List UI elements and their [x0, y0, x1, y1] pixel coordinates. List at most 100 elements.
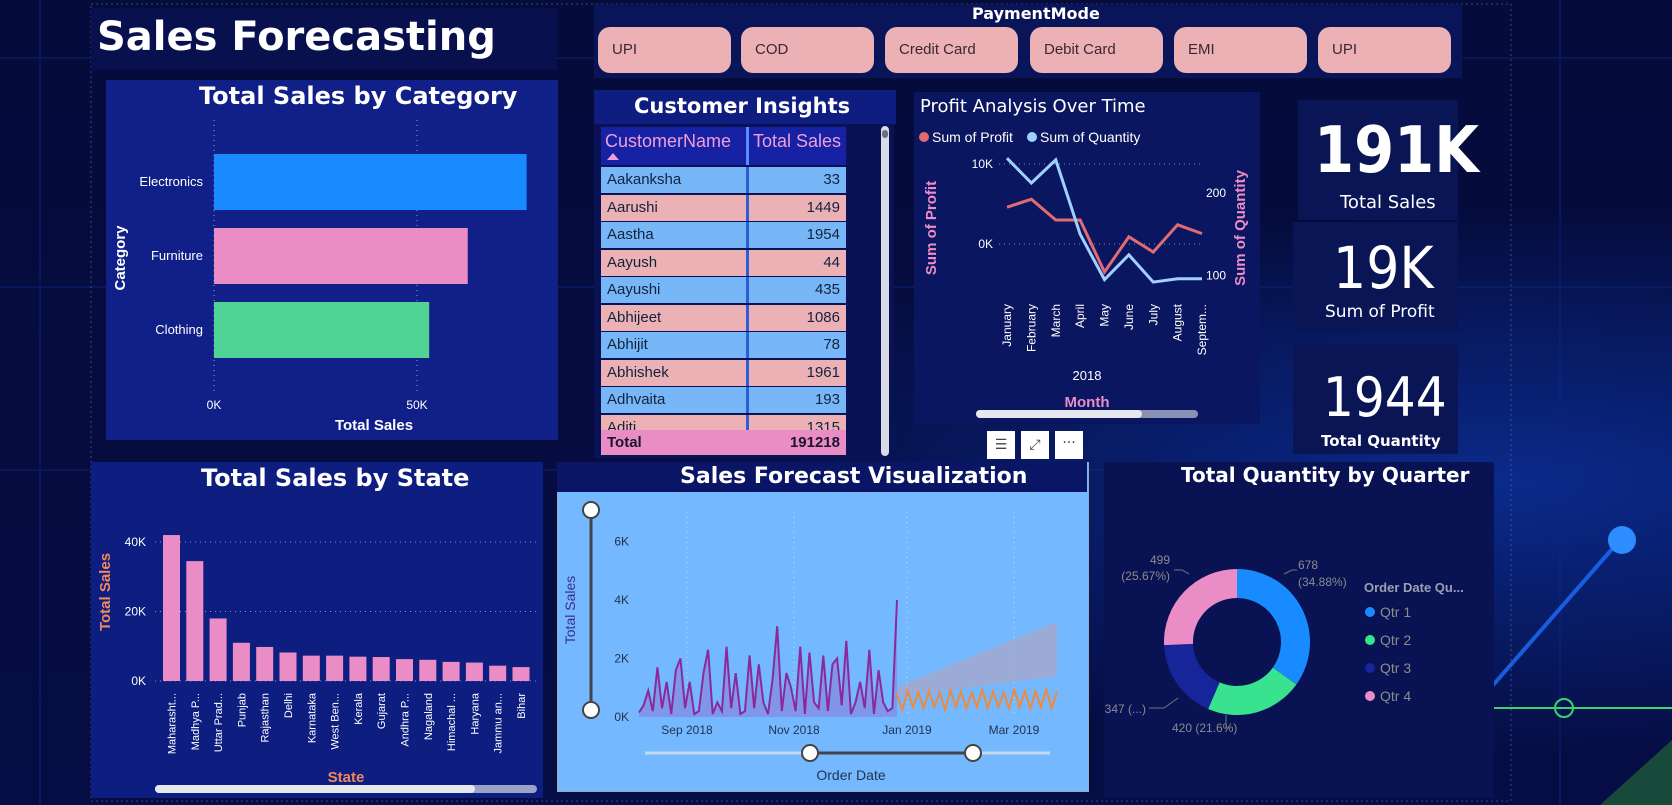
customer-name-cell: Abhijeet: [607, 308, 662, 326]
payment-pill-upi[interactable]: UPI: [598, 27, 731, 73]
state-bar[interactable]: [372, 657, 390, 681]
payment-pill-cod[interactable]: COD: [741, 27, 874, 73]
legend-profit-label[interactable]: Sum of Profit: [932, 129, 1013, 145]
table-row[interactable]: Aditi 1315: [601, 414, 846, 431]
profit-month-label: June: [1122, 304, 1136, 330]
state-bar[interactable]: [512, 667, 530, 681]
customer-name-cell: Abhijit: [607, 336, 648, 353]
state-chart: 40K 20K 0K Maharasht... Madhya P... Uttar Pra…: [97, 535, 536, 786]
customer-table-header[interactable]: CustomerName Total Sales: [601, 127, 846, 165]
category-bar[interactable]: [214, 302, 430, 358]
state-bar[interactable]: [326, 655, 344, 681]
state-label: West Ben...: [330, 693, 342, 750]
payment-pill-upi[interactable]: UPI: [1318, 27, 1451, 73]
quantity-line[interactable]: [1005, 157, 1202, 284]
column-divider: [746, 414, 749, 430]
quarter-slice[interactable]: [1163, 569, 1237, 646]
customer-sales-cell: 1954: [806, 226, 840, 243]
quarter-legend-label[interactable]: Qtr 3: [1380, 660, 1411, 676]
customer-scrollbar[interactable]: [881, 126, 889, 456]
state-label: Karnataka: [306, 692, 318, 743]
state-label: Gujarat: [376, 693, 388, 729]
forecast-x-tick: Mar 2019: [989, 723, 1040, 737]
column-divider: [746, 167, 749, 193]
profit-line[interactable]: [1006, 197, 1203, 275]
forecast-y-tick: 2K: [614, 651, 629, 665]
quarter-legend-label[interactable]: Qtr 1: [1380, 604, 1411, 620]
forecast-x-slider-handle-left[interactable]: [801, 744, 819, 762]
customer-sales-cell: 33: [823, 171, 840, 188]
state-scroll-thumb[interactable]: [155, 785, 475, 793]
customer-name-cell: Aayush: [607, 253, 658, 271]
table-row[interactable]: Aayush 44: [601, 249, 846, 276]
state-bar[interactable]: [163, 535, 180, 681]
state-bar[interactable]: [209, 618, 227, 681]
kpi-profit-label: Sum of Profit: [1325, 302, 1435, 322]
table-row[interactable]: Aastha 1954: [601, 222, 846, 248]
quarter-data-label: 347 (...): [1105, 702, 1146, 716]
profit-right-tick: 100: [1206, 268, 1226, 282]
payment-pill-debit-card[interactable]: Debit Card: [1030, 27, 1163, 73]
forecast-y-slider-handle-top[interactable]: [582, 501, 600, 519]
profit-month-label: March: [1049, 304, 1063, 337]
filter-icon[interactable]: ☰: [987, 431, 1015, 459]
table-row[interactable]: Aayushi 435: [601, 277, 846, 303]
state-bar[interactable]: [465, 662, 483, 681]
payment-pill-credit-card[interactable]: Credit Card: [885, 27, 1018, 73]
profit-year-label: 2018: [1073, 368, 1102, 383]
quarter-slice[interactable]: [1164, 643, 1220, 710]
state-bar[interactable]: [349, 656, 367, 681]
scroll-thumb[interactable]: [882, 130, 888, 138]
profit-scroll-thumb[interactable]: [976, 410, 1142, 418]
customer-name-cell: Aditi: [607, 418, 637, 431]
table-row[interactable]: Aarushi 1449: [601, 194, 846, 221]
table-row[interactable]: Adhvaita 193: [601, 387, 846, 413]
table-row[interactable]: Abhishek 1961: [601, 359, 846, 386]
forecast-y-slider-handle-bottom[interactable]: [582, 701, 600, 719]
state-bar[interactable]: [232, 642, 250, 681]
column-customer-name[interactable]: CustomerName: [605, 131, 731, 152]
forecast-x-slider-handle-right[interactable]: [964, 744, 982, 762]
state-bar[interactable]: [442, 661, 460, 681]
forecast-y-tick: 0K: [614, 710, 629, 724]
quarter-legend-label[interactable]: Qtr 4: [1380, 688, 1411, 704]
state-label: Nagaland: [423, 693, 435, 740]
table-row[interactable]: Abhijeet 1086: [601, 304, 846, 331]
forecast-x-tick: Jan 2019: [882, 723, 932, 737]
payment-pill-emi[interactable]: EMI: [1174, 27, 1307, 73]
focus-mode-icon[interactable]: ⤢: [1021, 431, 1049, 459]
quarter-data-label: 499: [1150, 553, 1170, 567]
table-row[interactable]: Abhijit 78: [601, 332, 846, 358]
profit-month-label: August: [1171, 303, 1185, 341]
kpi-quantity-label: Total Quantity: [1321, 432, 1441, 450]
state-bar[interactable]: [256, 646, 274, 681]
column-divider: [746, 194, 749, 221]
category-bar[interactable]: [214, 228, 468, 284]
column-total-sales[interactable]: Total Sales: [753, 131, 841, 152]
state-tick-label: 0K: [131, 674, 146, 688]
state-bar[interactable]: [302, 655, 320, 681]
table-row[interactable]: Aakanksha 33: [601, 167, 846, 193]
state-scrollbar[interactable]: [155, 785, 537, 793]
category-bar[interactable]: [214, 154, 527, 210]
column-divider: [746, 387, 749, 413]
customer-sales-cell: 1961: [806, 363, 840, 381]
forecast-x-tick: Nov 2018: [768, 723, 820, 737]
state-bar[interactable]: [419, 659, 437, 681]
column-divider: [746, 127, 749, 165]
quarter-legend-label[interactable]: Qtr 2: [1380, 632, 1411, 648]
state-bar[interactable]: [489, 665, 507, 681]
state-bar[interactable]: [396, 659, 413, 681]
customer-name-cell: Aayushi: [607, 281, 661, 298]
forecast-y-tick: 6K: [614, 534, 629, 548]
legend-quantity-label[interactable]: Sum of Quantity: [1040, 129, 1140, 145]
forecast-x-tick: Sep 2018: [661, 723, 713, 737]
state-bar[interactable]: [186, 561, 204, 681]
customer-name-cell: Aastha: [607, 226, 654, 243]
state-bar[interactable]: [279, 652, 297, 681]
state-tick-label: 40K: [125, 535, 146, 549]
quarter-leader-line: [1174, 569, 1190, 575]
category-chart: 0K 50K Electronics Furniture Clothing Total S…: [112, 120, 527, 434]
more-options-icon[interactable]: ···: [1055, 431, 1083, 459]
quarter-data-label: 678: [1298, 558, 1318, 572]
